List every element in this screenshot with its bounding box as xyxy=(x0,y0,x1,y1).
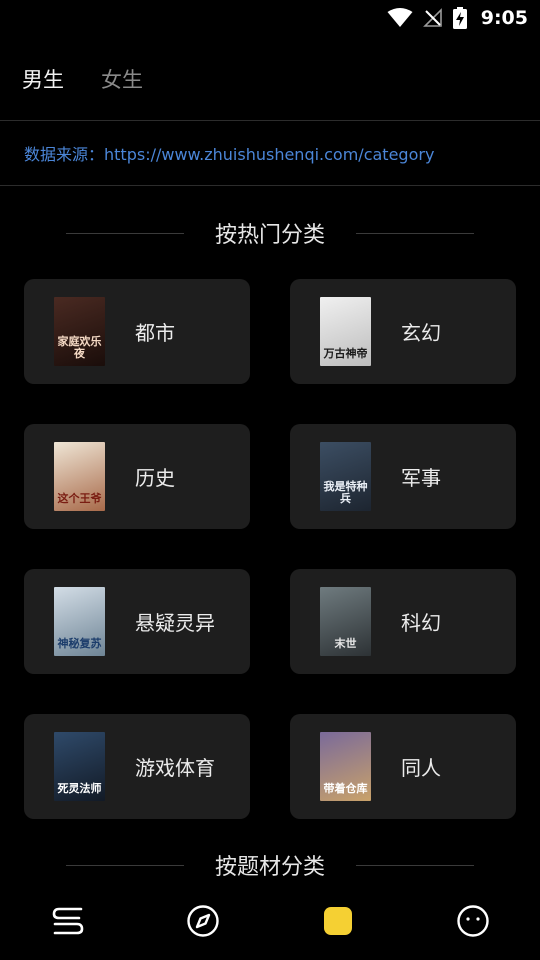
book-cover-title: 家庭欢乐夜 xyxy=(57,335,102,360)
category-card[interactable]: 家庭欢乐夜 都市 xyxy=(24,279,250,384)
category-card[interactable]: 我是特种兵 军事 xyxy=(290,424,516,529)
book-cover-title: 神秘复苏 xyxy=(57,637,102,650)
category-grid: 家庭欢乐夜 都市 万古神帝 玄幻 这个王爷 历史 我是特种兵 军事 神秘复苏 悬疑灵异 末世 科幻 死灵… xyxy=(24,279,516,819)
book-cover-title: 万古神帝 xyxy=(323,347,368,360)
section-title-hot: 按热门分类 xyxy=(214,223,325,248)
book-cover: 末世 xyxy=(320,587,371,656)
nav-category[interactable] xyxy=(308,893,368,953)
tab-female[interactable]: 女生 xyxy=(101,64,143,94)
book-cover-title: 死灵法师 xyxy=(57,782,102,795)
book-cover: 家庭欢乐夜 xyxy=(54,297,105,366)
book-cover: 带着仓库 xyxy=(320,732,371,801)
section-line-right xyxy=(356,232,474,234)
book-cover-title: 我是特种兵 xyxy=(323,480,368,505)
data-source-link[interactable]: https://www.zhuishushenqi.com/category xyxy=(104,145,434,164)
book-cover-title: 带着仓库 xyxy=(323,782,368,795)
book-cover: 这个王爷 xyxy=(54,442,105,511)
section-line-left xyxy=(65,864,184,866)
compass-icon xyxy=(186,904,220,942)
profile-face-icon xyxy=(456,904,490,942)
category-icon xyxy=(322,905,354,941)
data-source-label: 数据来源： xyxy=(24,145,105,164)
section-title-theme: 按题材分类 xyxy=(214,855,325,880)
book-cover: 我是特种兵 xyxy=(320,442,371,511)
battery-charging-icon xyxy=(452,7,467,29)
section-header-hot: 按热门分类 xyxy=(0,216,540,250)
category-card[interactable]: 死灵法师 游戏体育 xyxy=(24,714,250,819)
divider xyxy=(0,185,540,186)
divider xyxy=(0,120,540,121)
category-label: 玄幻 xyxy=(401,321,441,345)
book-cover: 万古神帝 xyxy=(320,297,371,366)
gender-tabs: 男生 女生 xyxy=(22,60,143,98)
book-cover-title: 这个王爷 xyxy=(57,492,102,505)
section-line-right xyxy=(356,864,474,866)
category-label: 悬疑灵异 xyxy=(135,611,215,635)
category-label: 同人 xyxy=(401,756,441,780)
category-card[interactable]: 末世 科幻 xyxy=(290,569,516,674)
category-label: 历史 xyxy=(135,466,175,490)
category-label: 游戏体育 xyxy=(135,756,215,780)
category-label: 科幻 xyxy=(401,611,441,635)
status-bar: 9:05 xyxy=(0,0,540,36)
screen: 9:05 男生 女生 数据来源：https://www.zhuishushenq… xyxy=(0,0,540,960)
clock: 9:05 xyxy=(480,7,528,29)
section-header-theme: 按题材分类 xyxy=(0,848,540,882)
bookshelf-icon xyxy=(51,905,85,941)
category-card[interactable]: 神秘复苏 悬疑灵异 xyxy=(24,569,250,674)
tab-male[interactable]: 男生 xyxy=(22,64,64,94)
category-card[interactable]: 带着仓库 同人 xyxy=(290,714,516,819)
category-label: 军事 xyxy=(401,466,441,490)
category-card[interactable]: 这个王爷 历史 xyxy=(24,424,250,529)
book-cover-title: 末世 xyxy=(334,637,357,650)
nav-profile[interactable] xyxy=(443,893,503,953)
nav-discover[interactable] xyxy=(173,893,233,953)
category-card[interactable]: 万古神帝 玄幻 xyxy=(290,279,516,384)
category-label: 都市 xyxy=(135,321,175,345)
book-cover: 神秘复苏 xyxy=(54,587,105,656)
book-cover: 死灵法师 xyxy=(54,732,105,801)
section-line-left xyxy=(65,232,184,234)
nav-bookshelf[interactable] xyxy=(38,893,98,953)
signal-off-icon xyxy=(422,8,443,28)
data-source: 数据来源：https://www.zhuishushenqi.com/categ… xyxy=(24,141,434,165)
wifi-icon xyxy=(387,8,413,28)
bottom-nav xyxy=(0,886,540,960)
